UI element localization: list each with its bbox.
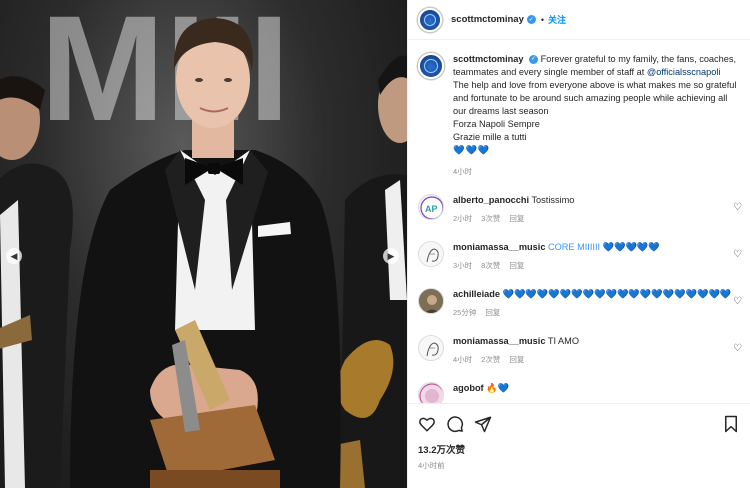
comment-text: 💙💙💙💙💙💙💙💙💙💙💙💙💙💙💙💙💙💙💙💙 xyxy=(502,289,732,299)
comment-item: moniamassa__music TI AMO 4小时 2次赞 回复 ♡ xyxy=(408,335,750,365)
verified-badge-icon: ✓ xyxy=(526,15,536,24)
comment-time: 2小时 xyxy=(453,214,473,223)
comment-time: 25分钟 xyxy=(453,308,477,317)
carousel-prev-button[interactable]: ◀ xyxy=(6,248,22,264)
post-actions: 13.2万次赞 4小时前 xyxy=(408,403,750,488)
follow-button[interactable]: 关注 xyxy=(548,13,566,26)
comment-time: 4小时 xyxy=(453,355,473,364)
comment-time: 3小时 xyxy=(453,261,473,270)
photo-avatar-icon xyxy=(419,289,443,313)
reply-button[interactable]: 回复 xyxy=(509,261,524,270)
posted-time: 4小时前 xyxy=(418,461,445,470)
comment-text: Tostissimo xyxy=(531,195,575,205)
caption-line-4: Forza Napoli Sempre xyxy=(453,119,540,129)
reply-button[interactable]: 回复 xyxy=(509,214,524,223)
post-header: scottmctominay ✓ • 关注 xyxy=(408,0,750,40)
heart-outline-icon[interactable]: ♡ xyxy=(733,202,742,213)
comment-username[interactable]: agobof xyxy=(453,383,484,393)
share-send-icon[interactable] xyxy=(474,415,492,433)
post-caption: scottmctominay ✓ Forever grateful to my … xyxy=(408,41,750,178)
post-side-panel: scottmctominay ✓ • 关注 scottmctominay ✓ F… xyxy=(407,0,750,488)
caption-author-avatar[interactable] xyxy=(418,53,444,79)
caption-text: scottmctominay ✓ Forever grateful to my … xyxy=(453,53,740,178)
sketch-avatar-icon xyxy=(419,242,443,266)
caption-line-3: The help and love from everyone above is… xyxy=(453,80,737,116)
comment-item: AP alberto_panocchi Tostissimo 2小时 3次赞 回复 … xyxy=(408,194,750,224)
comment-bubble-icon[interactable] xyxy=(446,415,464,433)
caption-line-5: Grazie mille a tutti xyxy=(453,132,527,142)
comment-username[interactable]: achilleiade xyxy=(453,289,500,299)
author-avatar[interactable] xyxy=(418,7,442,32)
reply-button[interactable]: 回复 xyxy=(509,355,524,364)
comment-likes[interactable]: 3次赞 xyxy=(481,214,500,223)
comment-likes[interactable]: 8次赞 xyxy=(481,261,500,270)
caption-username[interactable]: scottmctominay xyxy=(453,54,523,64)
commenter-avatar[interactable]: AP xyxy=(418,194,444,220)
caption-hearts: 💙💙💙 xyxy=(453,145,491,155)
comment-text: TI AMO xyxy=(547,336,579,346)
sketch-avatar-icon xyxy=(419,336,443,360)
gradient-avatar-icon xyxy=(419,383,443,403)
svg-text:AP: AP xyxy=(425,204,438,214)
comment-text: CORE MIIIIII 💙💙💙💙💙 xyxy=(548,242,660,252)
carousel-next-button[interactable]: ▶ xyxy=(383,248,399,264)
monogram-avatar-icon: AP xyxy=(420,196,443,219)
commenter-avatar[interactable] xyxy=(418,241,444,267)
mention-link[interactable]: @officialsscnapoli xyxy=(647,67,721,77)
author-username[interactable]: scottmctominay xyxy=(451,14,524,25)
commenter-avatar[interactable] xyxy=(418,335,444,361)
save-bookmark-icon[interactable] xyxy=(722,415,740,433)
comment-username[interactable]: moniamassa__music xyxy=(453,242,545,252)
commenter-avatar[interactable] xyxy=(418,382,444,403)
comment-item: moniamassa__music CORE MIIIIII 💙💙💙💙💙 3小时… xyxy=(408,241,750,271)
heart-outline-icon[interactable]: ♡ xyxy=(733,343,742,354)
caption-time: 4小时 xyxy=(453,167,473,176)
comment-item: achilleiade 💙💙💙💙💙💙💙💙💙💙💙💙💙💙💙💙💙💙💙💙 25分钟 回复 … xyxy=(408,288,750,318)
like-heart-icon[interactable] xyxy=(418,415,436,433)
comment-likes[interactable]: 2次赞 xyxy=(481,355,500,364)
comments-area[interactable]: scottmctominay ✓ Forever grateful to my … xyxy=(408,41,750,403)
reply-button[interactable]: 回复 xyxy=(485,308,500,317)
separator-dot: • xyxy=(540,14,545,25)
comment-username[interactable]: alberto_panocchi xyxy=(453,195,529,205)
like-count[interactable]: 13.2万次赞 xyxy=(408,434,750,456)
heart-outline-icon[interactable]: ♡ xyxy=(733,249,742,260)
award-ceremony-photo: MIII xyxy=(0,0,407,488)
comment-username[interactable]: moniamassa__music xyxy=(453,336,545,346)
comment-text: 🔥💙 xyxy=(486,383,510,393)
comment-item: agobof 🔥💙 xyxy=(408,382,750,403)
commenter-avatar[interactable] xyxy=(418,288,444,314)
heart-outline-icon[interactable]: ♡ xyxy=(733,296,742,307)
post-photo[interactable]: MIII ◀ ▶ xyxy=(0,0,407,488)
verified-badge-icon: ✓ xyxy=(529,55,539,65)
backdrop-letters: MIII xyxy=(40,0,290,152)
